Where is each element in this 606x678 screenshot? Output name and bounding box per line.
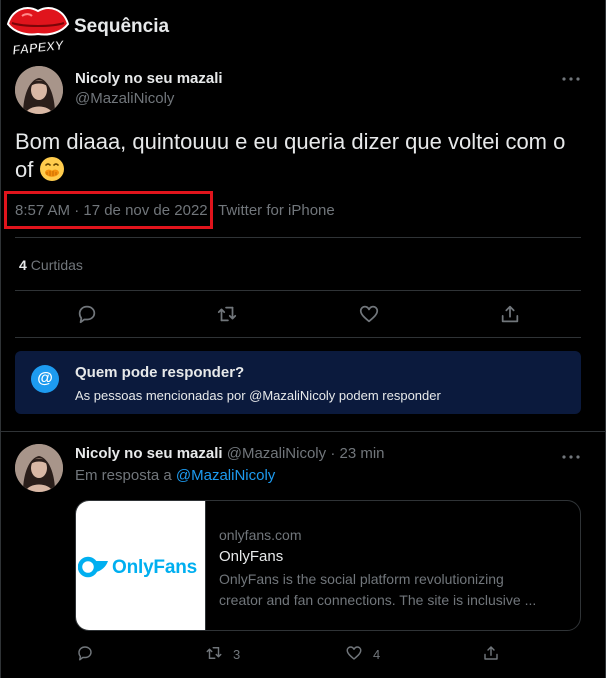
onlyfans-logo-text: OnlyFans — [112, 557, 197, 578]
reply-restriction-subtitle: As pessoas mencionadas por @MazaliNicoly… — [75, 388, 441, 403]
divider — [0, 431, 606, 432]
separator: · — [330, 445, 336, 462]
reply-action[interactable] — [76, 644, 94, 666]
tweet-text: Bom diaaa, quintouuu e eu queria dizer q… — [15, 128, 575, 184]
reply-restriction-notice: @ Quem pode responder? As pessoas mencio… — [15, 351, 581, 414]
fapexy-logo: FAPEXY — [2, 2, 74, 60]
more-options-icon[interactable] — [561, 450, 581, 470]
card-domain: onlyfans.com — [219, 527, 302, 543]
tweet-body: Bom diaaa, quintouuu e eu queria dizer q… — [15, 129, 566, 182]
logo-text: FAPEXY — [12, 37, 66, 57]
author-handle[interactable]: @MazaliNicoly — [227, 445, 326, 462]
likes-label: Curtidas — [30, 257, 83, 273]
like-icon[interactable] — [358, 303, 382, 327]
reply-icon[interactable] — [76, 303, 100, 327]
author-handle[interactable]: @MazaliNicoly — [75, 90, 174, 107]
like-count: 4 — [373, 647, 381, 662]
reply-tweet-header: Nicoly no seu mazali @MazaliNicoly · 23 … — [75, 445, 385, 462]
avatar[interactable] — [15, 66, 63, 114]
author-name[interactable]: Nicoly no seu mazali — [75, 445, 223, 462]
onlyfans-logo: OnlyFans — [78, 555, 204, 579]
card-description-line: OnlyFans is the social platform revoluti… — [219, 571, 504, 587]
retweet-action[interactable]: 3 — [205, 644, 240, 666]
mention-icon: @ — [31, 365, 59, 393]
likes-count: 4 — [19, 257, 27, 273]
in-reply-handle[interactable]: @MazaliNicoly — [176, 467, 275, 484]
avatar[interactable] — [15, 444, 63, 492]
card-title: OnlyFans — [219, 548, 284, 565]
share-icon — [484, 646, 498, 660]
in-reply-prefix: Em resposta a — [75, 467, 172, 484]
tweet-source[interactable]: Twitter for iPhone — [218, 202, 335, 219]
link-card[interactable]: OnlyFans onlyfans.com OnlyFans OnlyFans … — [75, 500, 581, 631]
highlight-box — [4, 191, 213, 229]
card-image: OnlyFans — [76, 501, 206, 630]
card-description: OnlyFans is the social platform revoluti… — [219, 569, 569, 611]
likes-stat[interactable]: 4 Curtidas — [19, 257, 83, 273]
reply-restriction-title: Quem pode responder? — [75, 364, 245, 381]
share-action[interactable] — [482, 644, 500, 666]
like-action[interactable]: 4 — [345, 644, 380, 666]
page-header: FAPEXY Sequência — [0, 0, 606, 58]
divider — [15, 290, 581, 291]
card-description-line: creator and fan connections. The site is… — [219, 592, 537, 608]
page-title: Sequência — [74, 16, 170, 37]
retweet-count: 3 — [233, 647, 241, 662]
retweet-icon[interactable] — [216, 303, 240, 327]
more-options-icon[interactable] — [561, 72, 581, 92]
divider — [15, 237, 581, 238]
like-icon — [346, 646, 362, 660]
tweet-time[interactable]: 23 min — [339, 445, 384, 462]
reply-icon — [78, 646, 92, 661]
retweet-icon — [206, 647, 222, 659]
author-name[interactable]: Nicoly no seu mazali — [75, 70, 223, 87]
share-icon[interactable] — [499, 303, 523, 327]
face-with-hand-over-mouth-icon — [39, 156, 65, 182]
in-reply-to: Em resposta a @MazaliNicoly — [75, 467, 275, 484]
divider — [15, 337, 581, 338]
